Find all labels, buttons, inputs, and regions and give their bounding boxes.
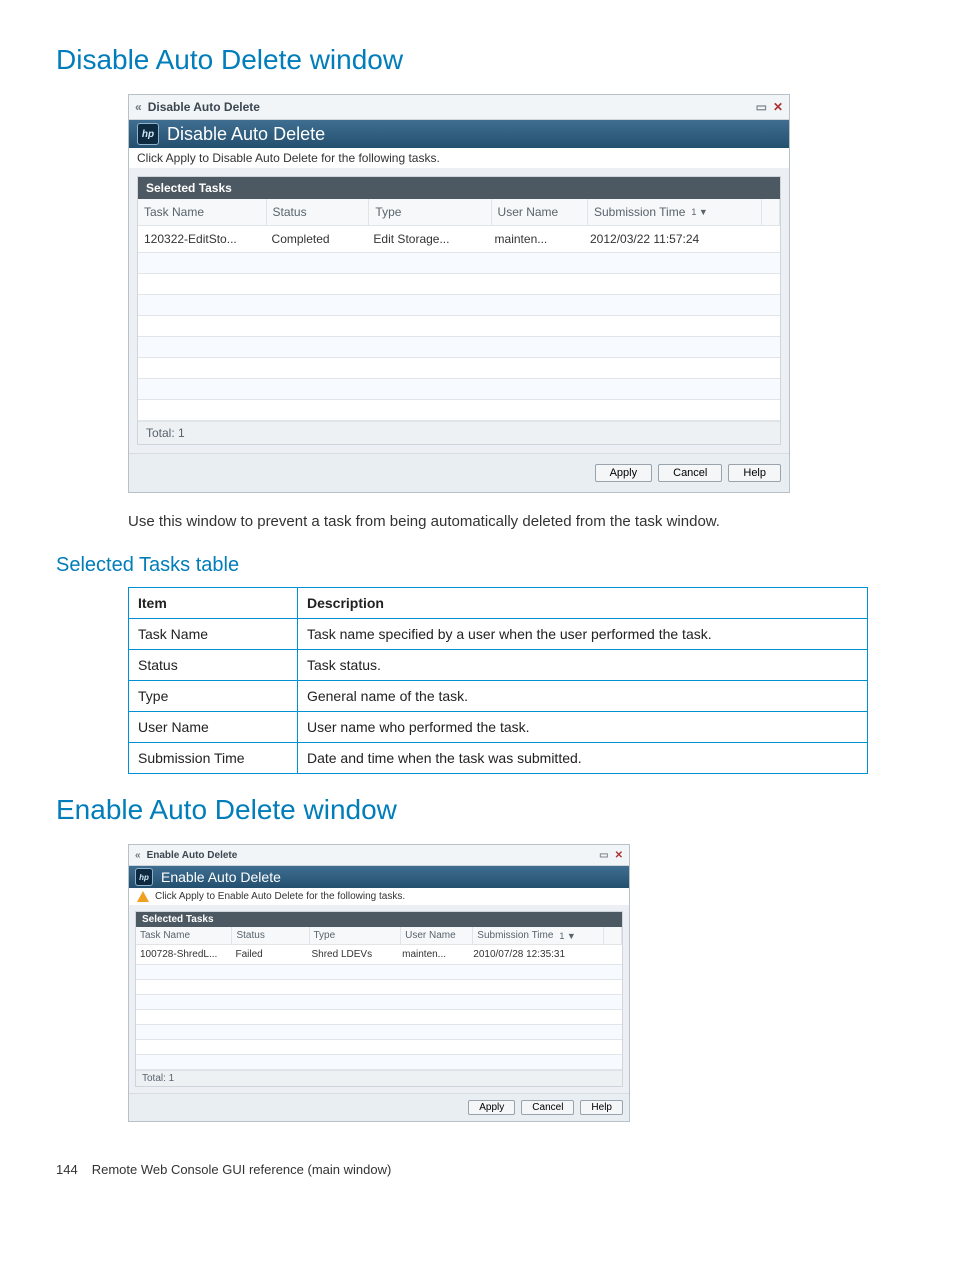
dialog-footer: Apply Cancel Help (129, 453, 789, 492)
col-task-name[interactable]: Task Name (138, 199, 267, 225)
window-title: Enable Auto Delete (147, 850, 594, 861)
panel-header: Selected Tasks (138, 177, 780, 199)
warning-icon (137, 891, 149, 902)
page-reference: Remote Web Console GUI reference (main w… (92, 1162, 392, 1177)
close-icon[interactable]: ✕ (773, 100, 783, 114)
hp-logo-icon: hp (135, 868, 153, 886)
section-heading-disable: Disable Auto Delete window (56, 44, 898, 76)
apply-button[interactable]: Apply (468, 1100, 515, 1115)
doc-th-item: Item (129, 588, 298, 619)
panel-header: Selected Tasks (136, 912, 622, 927)
enable-auto-delete-window: « Enable Auto Delete ▭ ✕ hp Enable Auto … (128, 844, 630, 1122)
col-status[interactable]: Status (232, 927, 309, 944)
dialog-footer: Apply Cancel Help (129, 1093, 629, 1121)
col-user-name[interactable]: User Name (401, 927, 473, 944)
collapse-icon[interactable]: « (135, 850, 141, 861)
col-spacer (762, 199, 781, 225)
help-button[interactable]: Help (580, 1100, 623, 1115)
close-icon[interactable]: ✕ (615, 850, 623, 861)
doc-row: StatusTask status. (129, 650, 868, 681)
cell-user-name: mainten... (398, 945, 469, 964)
selected-tasks-panel: Selected Tasks Task Name Status Type Use… (135, 911, 623, 1087)
dialog-title: Enable Auto Delete (161, 869, 281, 885)
doc-row: TypeGeneral name of the task. (129, 681, 868, 712)
table-row[interactable]: 120322-EditSto... Completed Edit Storage… (138, 226, 780, 253)
section-caption: Use this window to prevent a task from b… (128, 513, 898, 530)
table-footer: Total: 1 (136, 1070, 622, 1086)
selected-tasks-description-table: Item Description Task NameTask name spec… (128, 587, 868, 774)
doc-row: Submission TimeDate and time when the ta… (129, 743, 868, 774)
cell-type: Edit Storage... (367, 226, 488, 252)
cell-task-name: 120322-EditSto... (138, 226, 266, 252)
cell-user-name: mainten... (489, 226, 584, 252)
cell-status: Completed (266, 226, 368, 252)
col-submission-time[interactable]: Submission Time 1 ▼ (588, 199, 762, 225)
selected-tasks-panel: Selected Tasks Task Name Status Type Use… (137, 176, 781, 445)
table-header-row: Task Name Status Type User Name Submissi… (136, 927, 622, 945)
col-user-name[interactable]: User Name (492, 199, 588, 225)
doc-row: User NameUser name who performed the tas… (129, 712, 868, 743)
col-type[interactable]: Type (310, 927, 402, 944)
dialog-hint: Click Apply to Disable Auto Delete for t… (129, 148, 789, 168)
doc-th-description: Description (297, 588, 867, 619)
cell-submission-time: 2010/07/28 12:35:31 (469, 945, 599, 964)
page-footer: 144 Remote Web Console GUI reference (ma… (56, 1162, 898, 1177)
col-status[interactable]: Status (267, 199, 370, 225)
subsection-selected-tasks-table: Selected Tasks table (56, 554, 898, 577)
table-footer: Total: 1 (138, 421, 780, 444)
disable-auto-delete-window: « Disable Auto Delete ▭ ✕ hp Disable Aut… (128, 94, 790, 493)
cell-type: Shred LDEVs (308, 945, 399, 964)
section-heading-enable: Enable Auto Delete window (56, 794, 898, 826)
col-type[interactable]: Type (369, 199, 491, 225)
cancel-button[interactable]: Cancel (658, 464, 722, 482)
col-submission-time[interactable]: Submission Time 1 ▼ (473, 927, 604, 944)
cell-submission-time: 2012/03/22 11:57:24 (584, 226, 757, 252)
sort-indicator: 1 ▼ (691, 207, 707, 217)
sort-indicator: 1 ▼ (559, 931, 575, 941)
cell-status: Failed (231, 945, 307, 964)
window-title: Disable Auto Delete (148, 100, 750, 114)
cancel-button[interactable]: Cancel (521, 1100, 574, 1115)
dialog-header: hp Enable Auto Delete (129, 866, 629, 888)
table-row[interactable]: 100728-ShredL... Failed Shred LDEVs main… (136, 945, 622, 965)
doc-row: Task NameTask name specified by a user w… (129, 619, 868, 650)
col-spacer (604, 927, 622, 944)
apply-button[interactable]: Apply (595, 464, 653, 482)
dialog-header: hp Disable Auto Delete (129, 120, 789, 148)
window-titlebar: « Disable Auto Delete ▭ ✕ (129, 95, 789, 120)
cell-task-name: 100728-ShredL... (136, 945, 231, 964)
window-titlebar: « Enable Auto Delete ▭ ✕ (129, 845, 629, 866)
maximize-icon[interactable]: ▭ (599, 850, 608, 861)
maximize-icon[interactable]: ▭ (756, 100, 767, 114)
hp-logo-icon: hp (137, 123, 159, 145)
collapse-icon[interactable]: « (135, 100, 142, 114)
dialog-hint: Click Apply to Enable Auto Delete for th… (129, 888, 629, 905)
dialog-title: Disable Auto Delete (167, 124, 325, 145)
page-number: 144 (56, 1162, 78, 1177)
table-header-row: Task Name Status Type User Name Submissi… (138, 199, 780, 226)
help-button[interactable]: Help (728, 464, 781, 482)
col-task-name[interactable]: Task Name (136, 927, 232, 944)
